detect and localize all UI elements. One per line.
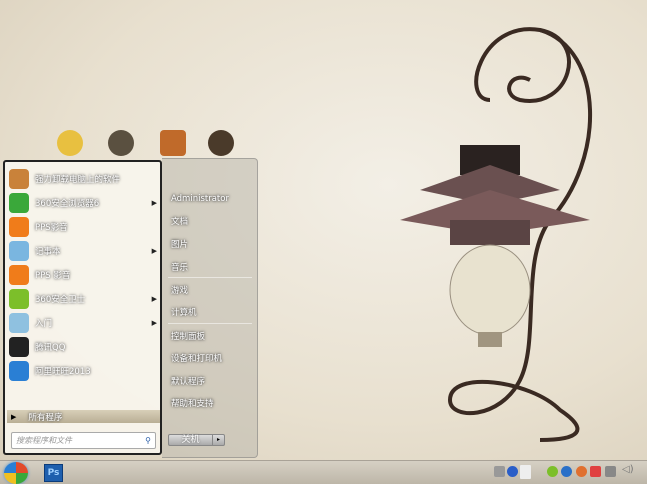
separator xyxy=(168,323,252,324)
tray-user-icon[interactable] xyxy=(576,466,587,477)
shutdown-button[interactable]: 关机 xyxy=(169,435,212,445)
program-label: 腾讯QQ xyxy=(35,343,66,353)
all-programs-button[interactable]: ▶ 所有程序 xyxy=(7,410,160,423)
help-icon[interactable] xyxy=(507,466,518,477)
volume-icon[interactable]: ◁) xyxy=(622,464,634,475)
search-input[interactable]: 搜索程序和文件 ⚲ xyxy=(11,432,156,449)
program-label: 360安全浏览器6 xyxy=(35,199,100,209)
program-item[interactable]: 360安全卫士 ▶ xyxy=(9,288,159,310)
taskbar-photoshop[interactable]: Ps xyxy=(44,464,63,482)
program-item[interactable]: 强力卸载电脑上的软件 xyxy=(9,168,159,190)
program-item[interactable]: PPS 影音 xyxy=(9,264,159,286)
places-item[interactable]: 文档 xyxy=(171,215,188,227)
desktop-icon-folder[interactable] xyxy=(57,130,83,156)
pps-icon xyxy=(9,217,29,237)
places-item[interactable]: 图片 xyxy=(171,238,188,250)
submenu-arrow-icon: ▶ xyxy=(151,295,157,303)
taskbar: Ps ◁) xyxy=(0,460,647,484)
places-item[interactable]: 计算机 xyxy=(171,306,197,318)
program-label: 360安全卫士 xyxy=(35,295,86,305)
search-icon: ⚲ xyxy=(145,436,151,445)
search-placeholder: 搜索程序和文件 xyxy=(16,436,72,445)
start-menu-programs-pane: 强力卸载电脑上的软件 360安全浏览器6 ▶ PPS影音记事本 ▶ PPS 影音 360安全… xyxy=(3,160,162,455)
program-item[interactable]: 阿里旺旺2013 xyxy=(9,360,159,382)
start-menu-places-pane: Administrator 文档图片音乐游戏计算机控制面板设备和打印机 默认程序帮助… xyxy=(162,158,258,458)
desktop-icon-uninstall[interactable] xyxy=(160,130,186,156)
aliwangwang-icon xyxy=(9,361,29,381)
places-item[interactable]: 帮助和支持 xyxy=(171,397,214,409)
notepad-icon xyxy=(9,241,29,261)
all-programs-label: 所有程序 xyxy=(28,412,63,423)
qq-penguin-icon xyxy=(9,337,29,357)
places-item[interactable]: 游戏 xyxy=(171,284,188,296)
desktop-icon-game[interactable] xyxy=(208,130,234,156)
places-item[interactable]: 默认程序 xyxy=(171,375,205,387)
places-item[interactable]: 设备和打印机 xyxy=(171,352,222,364)
separator xyxy=(168,277,252,278)
360-tray-icon[interactable] xyxy=(547,466,558,477)
program-item[interactable]: 入门 ▶ xyxy=(9,312,159,334)
submenu-arrow-icon: ▶ xyxy=(151,319,157,327)
program-item[interactable]: 腾讯QQ xyxy=(9,336,159,358)
start-button[interactable] xyxy=(4,462,28,484)
pps-icon xyxy=(9,265,29,285)
program-label: PPS影音 xyxy=(35,223,68,233)
places-item[interactable]: 音乐 xyxy=(171,261,188,273)
program-label: 强力卸载电脑上的软件 xyxy=(35,175,121,185)
program-item[interactable]: 360安全浏览器6 ▶ xyxy=(9,192,159,214)
lantern-wallpaper-art xyxy=(400,27,593,442)
tray-page-icon[interactable] xyxy=(520,465,531,479)
action-center-icon[interactable] xyxy=(590,466,601,477)
submenu-arrow-icon: ▶ xyxy=(151,199,157,207)
program-label: 阿里旺旺2013 xyxy=(35,367,91,377)
360-browser-icon xyxy=(9,193,29,213)
places-item[interactable]: Administrator xyxy=(171,194,229,204)
keyboard-icon[interactable] xyxy=(494,466,505,477)
shutdown-options-button[interactable]: ▸ xyxy=(212,435,224,445)
tray-app-icon[interactable] xyxy=(561,466,572,477)
getting-started-icon xyxy=(9,313,29,333)
uninstall-icon xyxy=(9,169,29,189)
program-item[interactable]: 记事本 ▶ xyxy=(9,240,159,262)
submenu-arrow-icon: ▶ xyxy=(151,247,157,255)
places-item[interactable]: 控制面板 xyxy=(171,330,205,342)
network-icon[interactable] xyxy=(605,466,616,477)
program-label: 记事本 xyxy=(35,247,61,257)
360-safe-icon xyxy=(9,289,29,309)
triangle-right-icon: ▶ xyxy=(11,412,17,421)
program-label: PPS 影音 xyxy=(35,271,71,281)
desktop-icon-app[interactable] xyxy=(108,130,134,156)
program-label: 入门 xyxy=(35,319,53,329)
program-item[interactable]: PPS影音 xyxy=(9,216,159,238)
